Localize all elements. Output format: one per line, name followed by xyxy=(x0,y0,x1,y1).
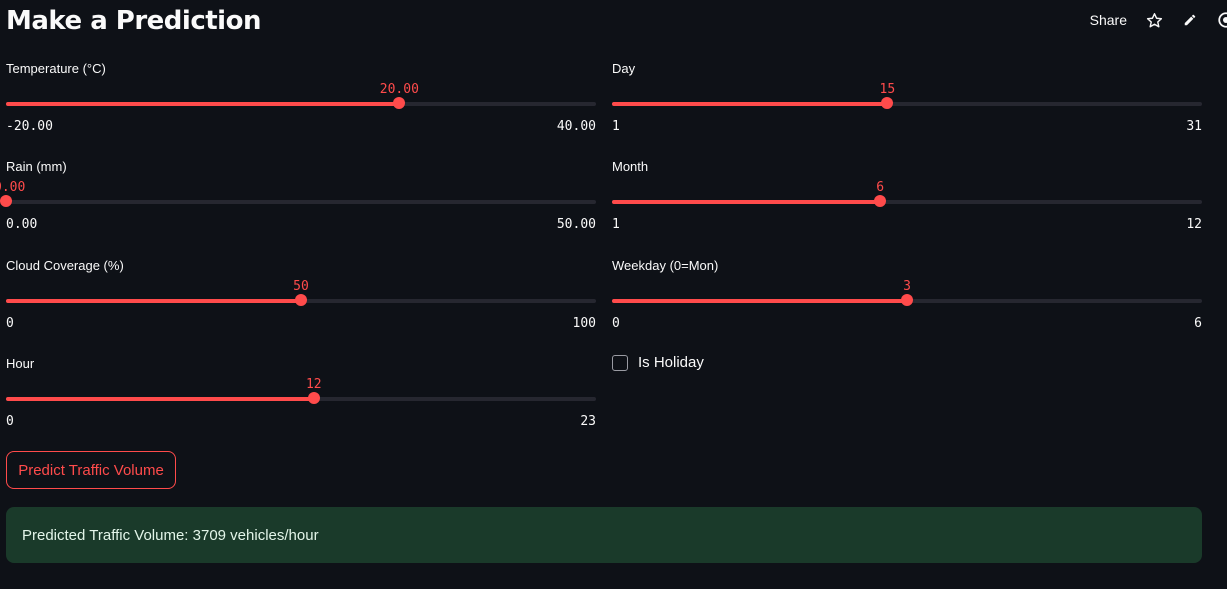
slider-min: 1 xyxy=(612,217,620,232)
slider-max: 12 xyxy=(1186,217,1202,232)
slider-value: 3 xyxy=(903,279,911,294)
slider-thumb[interactable] xyxy=(393,97,406,109)
star-icon[interactable] xyxy=(1145,11,1163,29)
slider-thumb[interactable] xyxy=(295,294,307,306)
slider-value: 15 xyxy=(879,82,896,97)
slider-min: 0.00 xyxy=(6,217,38,232)
slider-track[interactable] xyxy=(6,397,596,401)
share-button[interactable]: Share xyxy=(1090,12,1127,28)
slider-thumb[interactable] xyxy=(901,294,913,306)
slider-value: 20.00 xyxy=(379,82,419,97)
is-holiday-checkbox[interactable] xyxy=(612,354,628,371)
slider-track[interactable] xyxy=(612,200,1202,204)
slider-min: 1 xyxy=(612,119,620,134)
slider-max: 23 xyxy=(580,414,596,429)
weekday-slider[interactable]: Weekday (0=Mon) 3 0 6 xyxy=(612,258,1202,340)
slider-thumb[interactable] xyxy=(307,392,320,404)
slider-label: Cloud Coverage (%) xyxy=(6,258,124,273)
day-slider[interactable]: Day 15 1 31 xyxy=(612,61,1202,143)
slider-label: Weekday (0=Mon) xyxy=(612,258,719,273)
slider-value: 50 xyxy=(293,279,309,294)
slider-fill xyxy=(6,102,400,106)
month-slider[interactable]: Month 6 1 12 xyxy=(612,159,1202,241)
temperature-slider[interactable]: Temperature (°C) 20.00 -20.00 40.00 xyxy=(6,61,596,143)
slider-track[interactable] xyxy=(6,200,596,204)
rain-slider[interactable]: Rain (mm) 0.00 0.00 50.00 xyxy=(0,159,596,241)
slider-value: 6 xyxy=(876,180,885,195)
slider-min: 0 xyxy=(6,316,14,331)
hour-slider[interactable]: Hour 12 0 23 xyxy=(6,356,596,438)
slider-label: Temperature (°C) xyxy=(6,61,106,76)
slider-fill xyxy=(612,200,881,204)
is-holiday-checkbox-row[interactable]: Is Holiday xyxy=(612,354,704,371)
cloud-coverage-slider[interactable]: Cloud Coverage (%) 50 0 100 xyxy=(6,258,596,340)
slider-track[interactable] xyxy=(612,102,1202,106)
slider-value: 12 xyxy=(305,377,322,392)
pencil-icon[interactable] xyxy=(1181,11,1199,29)
page-title: Make a Prediction xyxy=(6,6,261,36)
slider-max: 31 xyxy=(1186,119,1202,134)
slider-label: Month xyxy=(612,159,649,174)
is-holiday-label[interactable]: Is Holiday xyxy=(638,354,704,371)
slider-min: 0 xyxy=(612,316,620,331)
app-toolbar: Share xyxy=(1090,9,1227,31)
prediction-page: Make a Prediction Share Temperature (°C)… xyxy=(0,0,1227,589)
slider-fill xyxy=(612,299,907,303)
slider-fill xyxy=(6,299,301,303)
slider-label: Hour xyxy=(6,356,35,371)
slider-max: 40.00 xyxy=(556,119,596,134)
slider-min: 0 xyxy=(6,414,14,429)
slider-thumb[interactable] xyxy=(881,97,894,109)
github-icon[interactable] xyxy=(1217,11,1227,29)
slider-label: Day xyxy=(612,61,636,76)
slider-label: Rain (mm) xyxy=(6,159,67,174)
slider-track[interactable] xyxy=(6,102,596,106)
slider-value: 0.00 xyxy=(0,180,26,195)
slider-max: 6 xyxy=(1194,316,1202,331)
slider-fill xyxy=(6,397,314,401)
slider-min: -20.00 xyxy=(6,119,53,134)
prediction-result-alert: Predicted Traffic Volume: 3709 vehicles/… xyxy=(6,507,1202,563)
predict-traffic-volume-button[interactable]: Predict Traffic Volume xyxy=(6,451,176,489)
slider-fill xyxy=(612,102,888,106)
slider-max: 50.00 xyxy=(556,217,596,232)
slider-thumb[interactable] xyxy=(0,195,12,207)
slider-thumb[interactable] xyxy=(874,195,887,207)
prediction-result-text: Predicted Traffic Volume: 3709 vehicles/… xyxy=(22,526,319,544)
slider-max: 100 xyxy=(572,316,596,331)
